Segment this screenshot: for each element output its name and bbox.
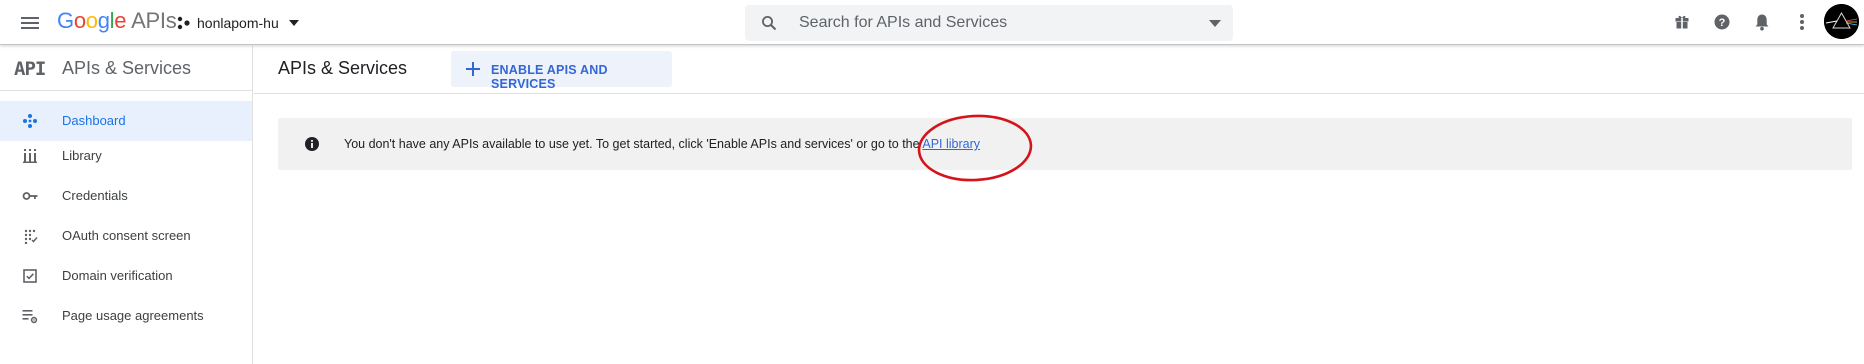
api-logo: API bbox=[14, 58, 46, 80]
sidebar-item-label: Dashboard bbox=[62, 113, 126, 128]
checkbox-icon bbox=[23, 269, 37, 283]
dashboard-icon bbox=[23, 114, 37, 128]
enable-apis-button-label: ENABLE APIS AND SERVICES bbox=[491, 63, 608, 91]
sidebar-item-label: Credentials bbox=[62, 188, 128, 203]
avatar[interactable] bbox=[1824, 4, 1859, 39]
sidebar-item-library[interactable]: Library bbox=[0, 136, 252, 176]
search-dropdown-icon[interactable] bbox=[1209, 20, 1221, 27]
project-selector[interactable]: honlapom-hu bbox=[177, 12, 299, 34]
sidebar-item-label: Library bbox=[62, 148, 102, 163]
search-input[interactable] bbox=[799, 5, 1179, 41]
project-name: honlapom-hu bbox=[197, 15, 279, 31]
sidebar-item-page-usage-agreements[interactable]: Page usage agreements bbox=[0, 296, 252, 336]
sidebar-item-label: Page usage agreements bbox=[62, 308, 204, 323]
more-dots-glyph bbox=[1800, 14, 1804, 30]
sidebar-item-dashboard[interactable]: Dashboard bbox=[0, 101, 252, 141]
info-message-text: You don't have any APIs available to use… bbox=[344, 137, 923, 151]
info-message: You don't have any APIs available to use… bbox=[344, 137, 980, 151]
bell-icon bbox=[1755, 14, 1769, 31]
gift-icon[interactable] bbox=[1670, 10, 1694, 34]
top-bar: GoogleAPIs honlapom-hu ? bbox=[0, 0, 1864, 45]
project-icon bbox=[177, 16, 190, 30]
sidebar-item-label: OAuth consent screen bbox=[62, 228, 191, 243]
help-icon-glyph: ? bbox=[1714, 14, 1730, 30]
sidebar-item-oauth-consent-screen[interactable]: OAuth consent screen bbox=[0, 216, 252, 256]
chevron-down-icon bbox=[288, 20, 299, 26]
info-icon bbox=[305, 137, 319, 151]
search-bar[interactable] bbox=[745, 5, 1233, 41]
settings-list-icon bbox=[22, 310, 38, 324]
sidebar-item-domain-verification[interactable]: Domain verification bbox=[0, 256, 252, 296]
oauth-consent-icon bbox=[24, 229, 38, 244]
avatar-prism-image bbox=[1824, 4, 1859, 39]
api-library-link[interactable]: API library bbox=[922, 137, 980, 151]
page-title: APIs & Services bbox=[278, 58, 408, 78]
main-menu-icon[interactable] bbox=[18, 11, 42, 35]
sidebar-header: API APIs & Services bbox=[0, 46, 253, 91]
apis-wordmark: APIs bbox=[131, 8, 177, 33]
info-banner: You don't have any APIs available to use… bbox=[278, 118, 1852, 170]
notifications-icon[interactable] bbox=[1750, 10, 1774, 34]
key-icon bbox=[22, 192, 38, 200]
plus-icon bbox=[466, 62, 480, 76]
library-icon bbox=[23, 149, 37, 163]
sidebar: API APIs & Services Dashboard Library Cr… bbox=[0, 46, 253, 364]
gift-icon-glyph bbox=[1675, 15, 1689, 29]
main-header: APIs & Services ENABLE APIS AND SERVICES bbox=[254, 46, 1864, 94]
help-icon[interactable]: ? bbox=[1710, 10, 1734, 34]
search-icon bbox=[762, 16, 777, 31]
sidebar-item-credentials[interactable]: Credentials bbox=[0, 176, 252, 216]
sidebar-item-label: Domain verification bbox=[62, 268, 173, 283]
google-apis-logo[interactable]: Google APIs bbox=[57, 8, 177, 34]
more-vert-icon[interactable] bbox=[1790, 10, 1814, 34]
enable-apis-button[interactable]: ENABLE APIS AND SERVICES bbox=[451, 51, 672, 91]
google-wordmark: Google bbox=[57, 8, 127, 33]
svg-text:?: ? bbox=[1719, 17, 1726, 29]
sidebar-title: APIs & Services bbox=[62, 58, 192, 78]
